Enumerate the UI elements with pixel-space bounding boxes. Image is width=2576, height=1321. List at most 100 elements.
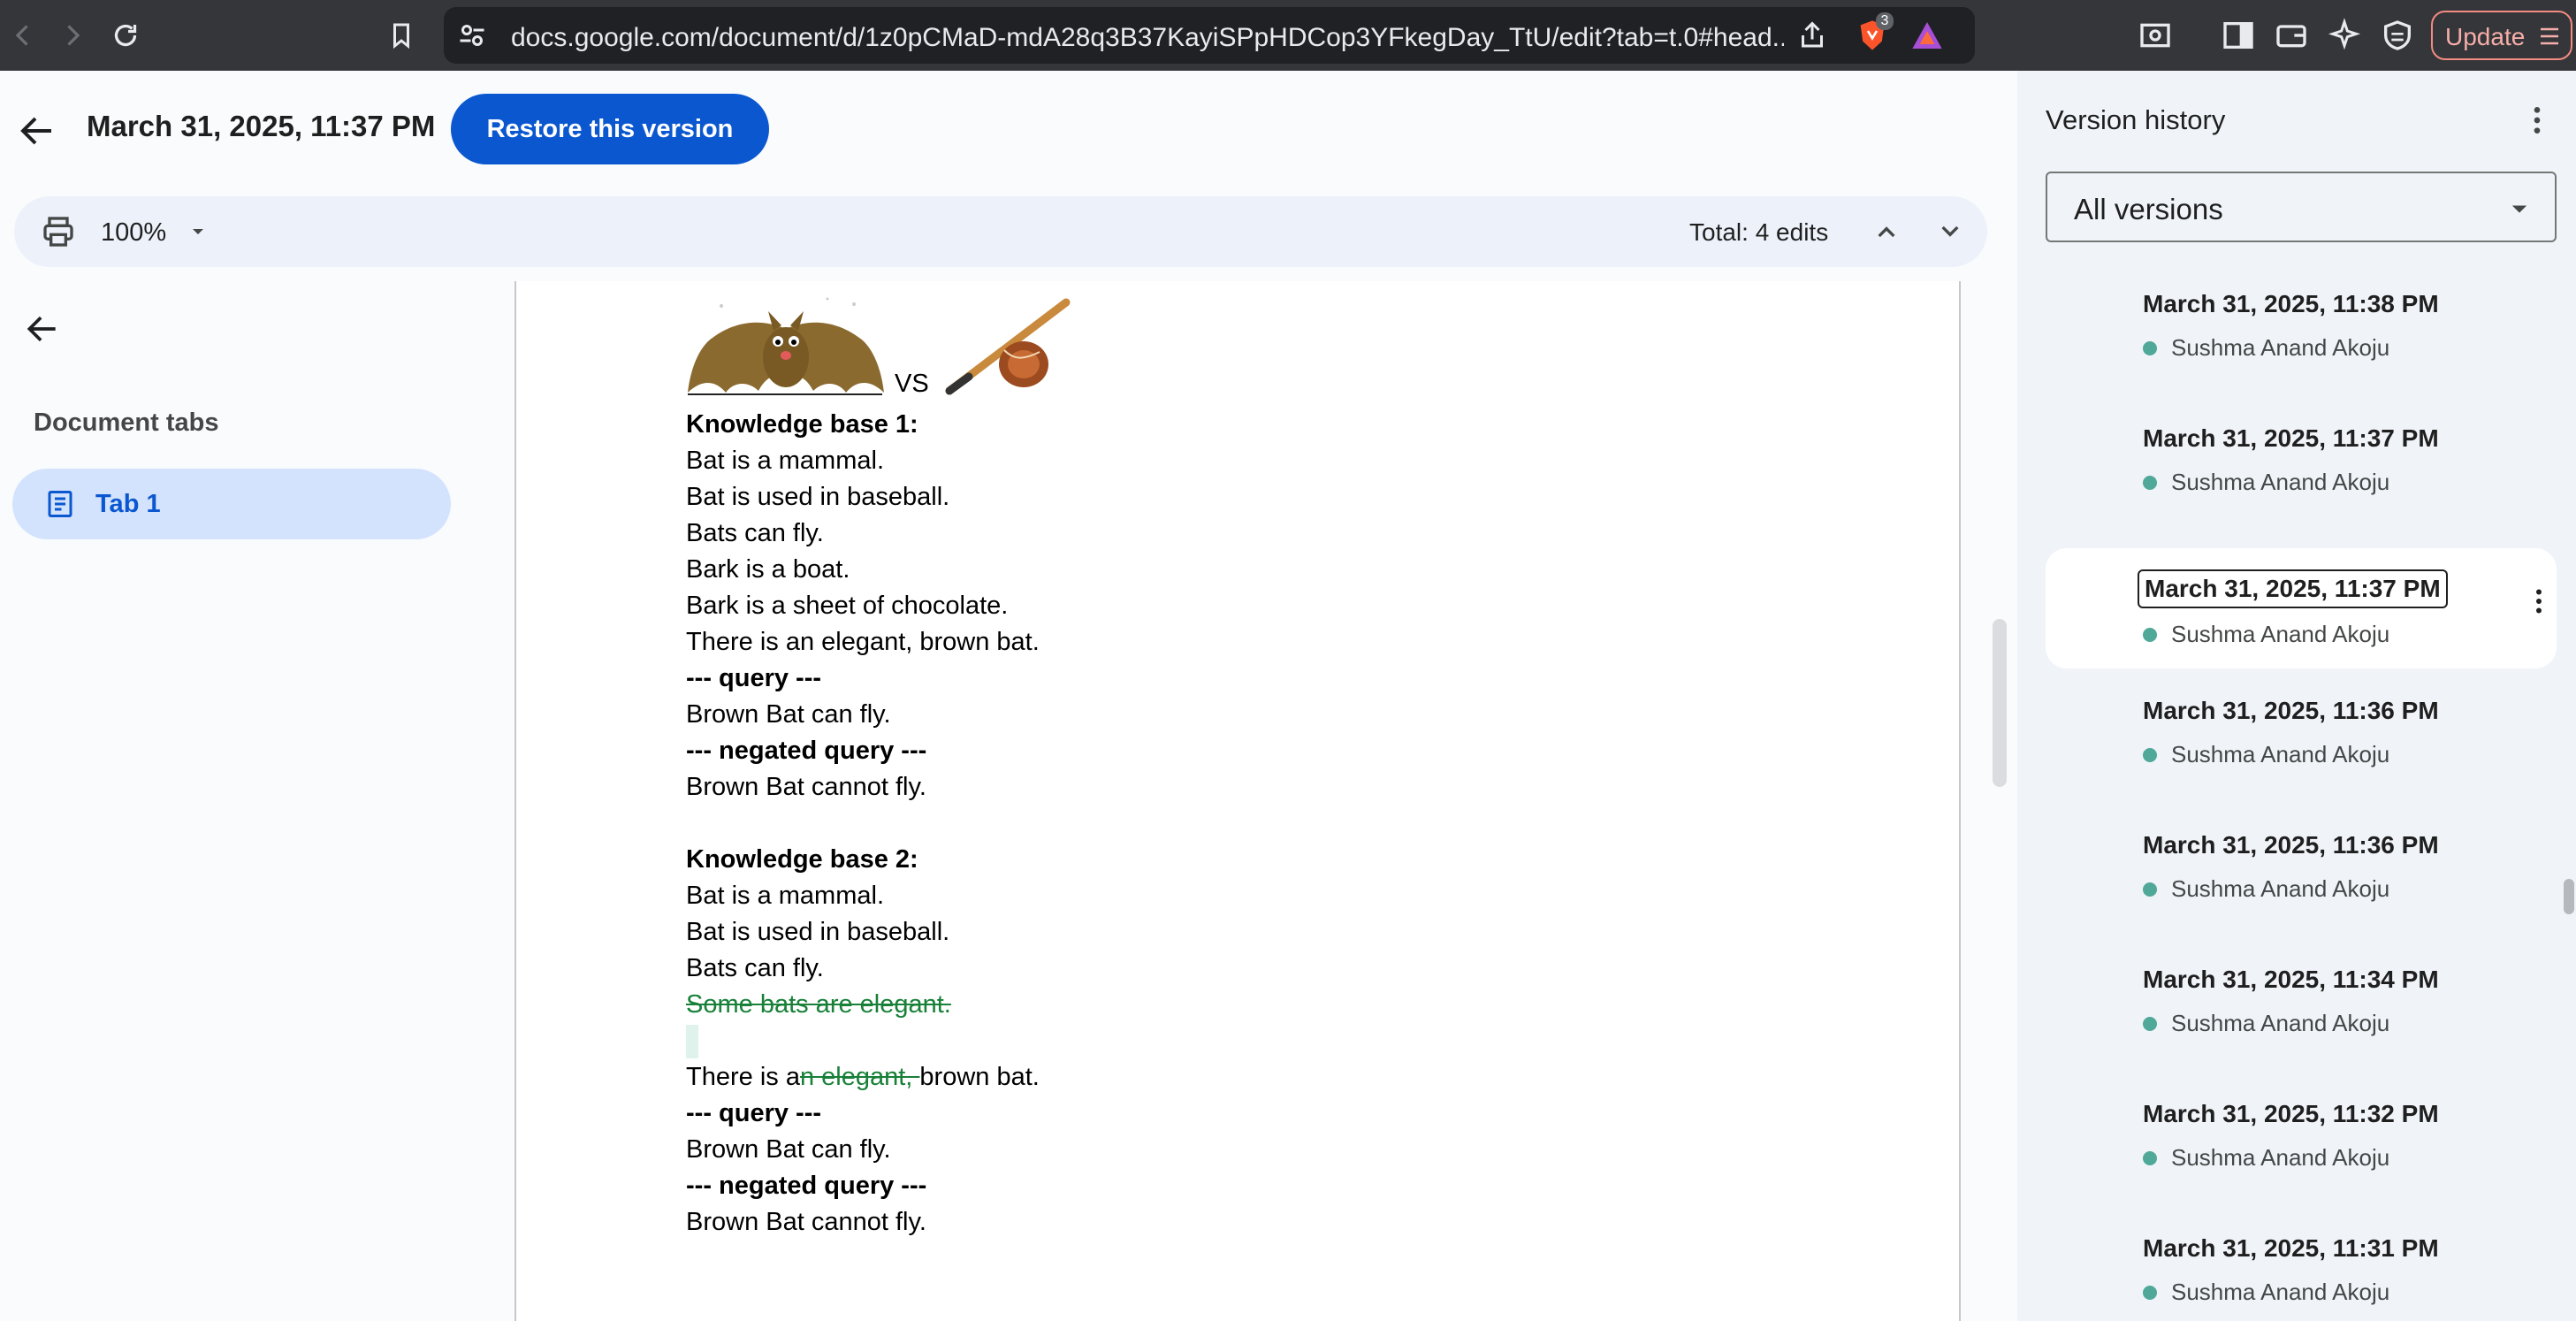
version-history-panel: Version history All versions March 31, 2… xyxy=(2017,71,2576,1321)
kb2-negated-query: Brown Bat cannot fly. xyxy=(686,1208,926,1236)
version-date: March 31, 2025, 11:37 PM xyxy=(2143,424,2439,452)
version-item[interactable]: March 31, 2025, 11:38 PM Sushma Anand Ak… xyxy=(2046,283,2557,417)
previous-edit-icon[interactable] xyxy=(1869,214,1904,249)
browser-reload-button[interactable] xyxy=(103,12,149,58)
document-tab-label: Tab 1 xyxy=(95,490,161,518)
version-item[interactable]: March 31, 2025, 11:36 PM Sushma Anand Ak… xyxy=(2046,824,2557,958)
wallet-icon[interactable] xyxy=(2274,18,2309,53)
version-user: Sushma Anand Akoju xyxy=(2171,469,2390,495)
next-edit-icon[interactable] xyxy=(1932,214,1968,249)
kb1-line: Bark is a sheet of chocolate. xyxy=(686,592,1009,620)
browser-toolbar: docs.google.com/document/d/1z0pCMaD-mdA2… xyxy=(0,0,2576,71)
reader-mode-icon[interactable] xyxy=(2138,18,2173,53)
address-bar[interactable]: docs.google.com/document/d/1z0pCMaD-mdA2… xyxy=(444,7,1975,64)
version-date[interactable]: March 31, 2025, 11:37 PM xyxy=(2138,569,2448,608)
kb2-deleted-line: Some bats are elegant. xyxy=(686,990,951,1019)
user-color-dot xyxy=(2143,1151,2157,1165)
version-user: Sushma Anand Akoju xyxy=(2171,875,2390,902)
edited-before: There is a xyxy=(686,1063,800,1091)
url-text: docs.google.com/document/d/1z0pCMaD-mdA2… xyxy=(511,23,1784,52)
more-vert-icon[interactable] xyxy=(2519,103,2555,138)
image-row: VS xyxy=(686,281,1747,407)
version-item[interactable]: March 31, 2025, 11:36 PM Sushma Anand Ak… xyxy=(2046,690,2557,824)
close-tabs-panel-icon[interactable] xyxy=(23,309,62,348)
document-body: VS Knowledge base 1: Bat is a mammal. Ba… xyxy=(686,281,1747,1241)
brave-rewards-icon[interactable] xyxy=(1909,18,1945,53)
version-panel-scrollbar[interactable] xyxy=(2564,879,2574,914)
kb2-heading: Knowledge base 2: xyxy=(686,845,918,874)
vpn-icon[interactable] xyxy=(2380,18,2415,53)
document-tab-1[interactable]: Tab 1 xyxy=(12,469,451,539)
version-date: March 31, 2025, 11:38 PM xyxy=(2143,290,2439,317)
version-item[interactable]: March 31, 2025, 11:37 PM Sushma Anand Ak… xyxy=(2046,417,2557,548)
blank-line-insert-marker xyxy=(686,1023,1747,1059)
version-date: March 31, 2025, 11:36 PM xyxy=(2143,831,2439,859)
browser-back-button[interactable] xyxy=(0,12,46,58)
versions-filter-value: All versions xyxy=(2074,193,2223,225)
share-icon[interactable] xyxy=(1796,19,1828,51)
kb2-line: Bat is used in baseball. xyxy=(686,918,950,946)
kb2-query-label: --- query --- xyxy=(686,1099,822,1127)
zoom-select[interactable]: 100% xyxy=(101,218,166,248)
total-edits-label: Total: 4 edits xyxy=(1689,218,1829,246)
version-item[interactable]: March 31, 2025, 11:31 PM Sushma Anand Ak… xyxy=(2046,1227,2557,1321)
baseball-bat-illustration xyxy=(945,298,1071,395)
vs-label: VS xyxy=(895,370,929,398)
kb1-query: Brown Bat can fly. xyxy=(686,700,891,729)
caret-down-icon xyxy=(2511,205,2527,213)
kb1-negated-query: Brown Bat cannot fly. xyxy=(686,773,926,801)
version-date: March 31, 2025, 11:31 PM xyxy=(2143,1234,2439,1262)
update-label: Update xyxy=(2445,23,2526,50)
kb2-query: Brown Bat can fly. xyxy=(686,1135,891,1164)
kb1-query-label: --- query --- xyxy=(686,664,822,692)
kb2-negated-label: --- negated query --- xyxy=(686,1172,927,1200)
version-user: Sushma Anand Akoju xyxy=(2171,334,2390,361)
user-color-dot xyxy=(2143,628,2157,642)
menu-icon xyxy=(2541,27,2558,45)
chevron-right-icon xyxy=(67,25,80,46)
version-history-title: Version history xyxy=(2046,104,2226,135)
user-color-dot xyxy=(2143,1286,2157,1300)
browser-forward-button[interactable] xyxy=(50,12,95,58)
document-icon xyxy=(48,491,72,517)
kb2-line: Bats can fly. xyxy=(686,954,824,982)
insertion-marker xyxy=(686,1025,698,1059)
document-scrollbar[interactable] xyxy=(1993,619,2007,787)
shields-count-badge: 3 xyxy=(1876,12,1894,30)
user-color-dot xyxy=(2143,882,2157,897)
document-page: VS Knowledge base 1: Bat is a mammal. Ba… xyxy=(514,281,1961,1321)
sidebar-toggle-icon[interactable] xyxy=(2221,18,2256,53)
user-color-dot xyxy=(2143,748,2157,762)
update-button[interactable]: Update xyxy=(2431,11,2572,60)
kb1-line: Bark is a boat. xyxy=(686,555,850,584)
version-date: March 31, 2025, 11:32 PM xyxy=(2143,1100,2439,1127)
version-user: Sushma Anand Akoju xyxy=(2171,621,2390,647)
kb2-edited-line: There is an elegant, brown bat. xyxy=(686,1059,1747,1096)
bookmark-button[interactable] xyxy=(378,12,424,58)
print-icon[interactable] xyxy=(41,214,76,249)
bookmark-icon xyxy=(393,23,409,50)
kb1-line: There is an elegant, brown bat. xyxy=(686,628,1040,656)
version-list: March 31, 2025, 11:38 PM Sushma Anand Ak… xyxy=(2046,283,2557,1321)
edited-after: brown bat. xyxy=(919,1063,1040,1091)
restore-version-button[interactable]: Restore this version xyxy=(451,94,769,164)
version-item-selected[interactable]: March 31, 2025, 11:37 PM Sushma Anand Ak… xyxy=(2046,548,2557,668)
versions-filter-select[interactable]: All versions xyxy=(2046,172,2557,242)
kb1-negated-label: --- negated query --- xyxy=(686,737,927,765)
kb2-line: Bat is a mammal. xyxy=(686,882,884,910)
leo-ai-icon[interactable] xyxy=(2327,18,2362,53)
bat-illustration xyxy=(688,297,884,395)
kb1-line: Bats can fly. xyxy=(686,519,824,547)
user-color-dot xyxy=(2143,476,2157,490)
version-user: Sushma Anand Akoju xyxy=(2171,1144,2390,1171)
kb1-line: Bat is a mammal. xyxy=(686,447,884,475)
kb1-line: Bat is used in baseball. xyxy=(686,483,950,511)
version-item[interactable]: March 31, 2025, 11:34 PM Sushma Anand Ak… xyxy=(2046,958,2557,1093)
version-item[interactable]: March 31, 2025, 11:32 PM Sushma Anand Ak… xyxy=(2046,1093,2557,1227)
caret-down-icon[interactable] xyxy=(187,221,209,242)
more-vert-icon[interactable] xyxy=(2523,585,2555,617)
chevron-left-icon xyxy=(15,25,28,46)
back-arrow-icon[interactable] xyxy=(16,110,58,152)
version-date: March 31, 2025, 11:34 PM xyxy=(2143,966,2439,993)
